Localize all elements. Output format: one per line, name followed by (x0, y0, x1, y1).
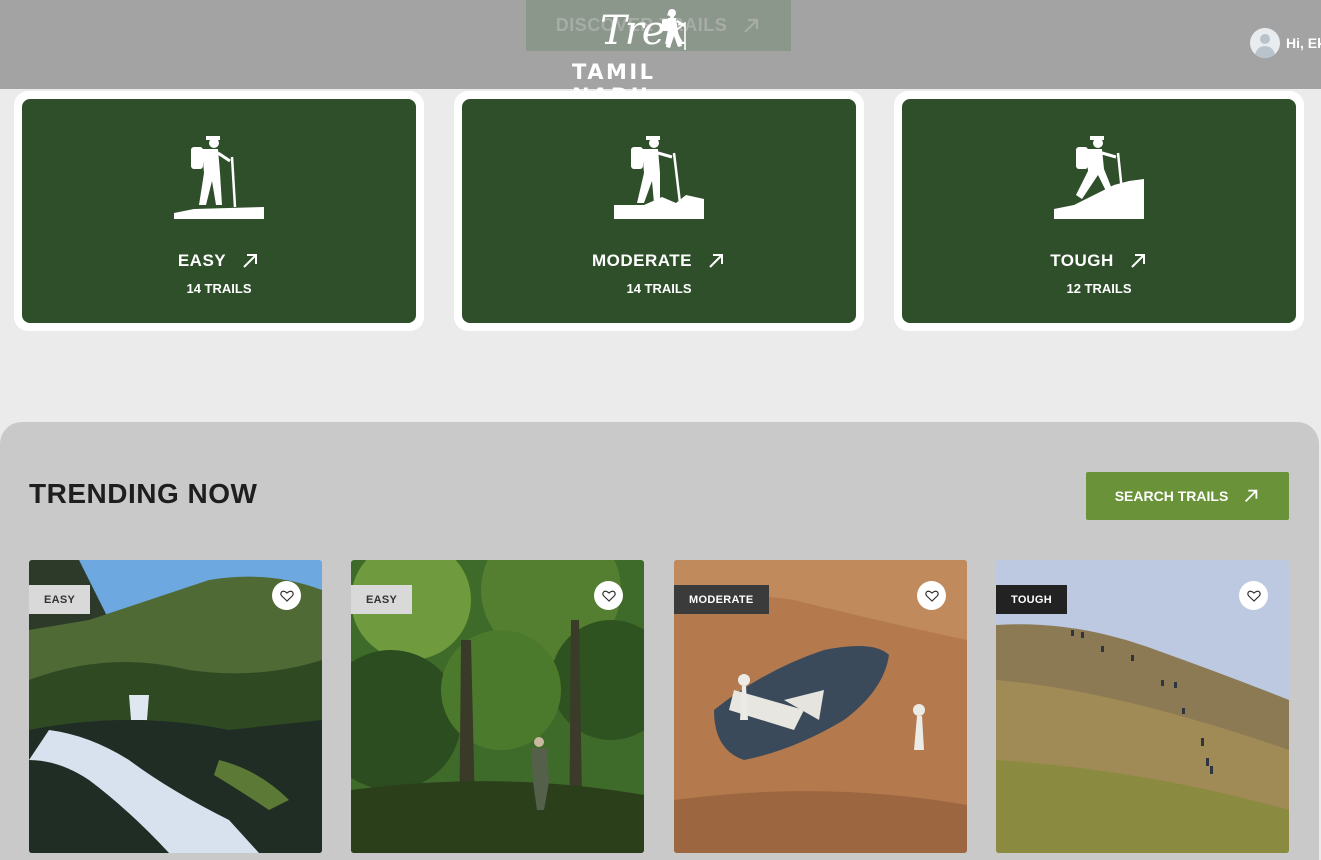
difficulty-trail-count: 14 TRAILS (186, 281, 252, 296)
hiker-moderate-icon (614, 136, 704, 219)
difficulty-badge: EASY (351, 585, 413, 614)
difficulty-card-moderate[interactable]: MODERATE 14 TRAILS (454, 91, 864, 331)
heart-icon (601, 590, 616, 602)
trail-card[interactable]: TOUGH (996, 560, 1289, 853)
user-greeting: Hi, Ek (1286, 35, 1321, 51)
difficulty-trail-count: 12 TRAILS (1066, 281, 1132, 296)
difficulty-card-tough[interactable]: TOUGH 12 TRAILS (894, 91, 1304, 331)
favorite-button[interactable] (272, 581, 301, 610)
search-trails-label: SEARCH TRAILS (1114, 488, 1229, 504)
trail-card[interactable]: MODERATE (674, 560, 967, 853)
difficulty-badge: EASY (29, 585, 91, 614)
difficulty-title: EASY (22, 251, 416, 271)
difficulty-badge: MODERATE (674, 585, 769, 614)
hiker-tough-icon (1054, 136, 1144, 219)
difficulty-title-text: EASY (177, 251, 227, 270)
heart-icon (1246, 590, 1261, 602)
hiker-logo-icon (662, 9, 686, 50)
difficulty-title: TOUGH (902, 251, 1296, 271)
difficulty-title-text: MODERATE (591, 251, 692, 270)
arrow-up-right-icon (243, 254, 258, 268)
difficulty-card-panel: MODERATE 14 TRAILS (462, 99, 856, 323)
difficulty-card-panel: EASY 14 TRAILS (22, 99, 416, 323)
heart-icon (924, 590, 939, 602)
difficulty-title: MODERATE (462, 251, 856, 271)
trail-card[interactable]: EASY (29, 560, 322, 853)
difficulty-trail-count: 14 TRAILS (626, 281, 692, 296)
arrow-up-right-icon (744, 18, 759, 33)
difficulty-card-panel: TOUGH 12 TRAILS (902, 99, 1296, 323)
trending-title: TRENDING NOW (29, 478, 258, 509)
user-avatar-icon[interactable] (1250, 28, 1280, 58)
search-trails-button[interactable]: SEARCH TRAILS (1086, 472, 1289, 520)
site-logo[interactable]: Trek TAMIL NADU (560, 4, 730, 108)
user-menu[interactable]: Hi, Ek (1250, 28, 1321, 58)
hiker-easy-icon (174, 136, 264, 219)
trail-card[interactable]: EASY (351, 560, 644, 853)
arrow-up-right-icon (1245, 489, 1258, 503)
top-header: DISCOVER TRAILS Trek TAMIL NADU Hi, Ek (0, 0, 1321, 108)
difficulty-card-easy[interactable]: EASY 14 TRAILS (14, 91, 424, 331)
favorite-button[interactable] (594, 581, 623, 610)
favorite-button[interactable] (917, 581, 946, 610)
arrow-up-right-icon (1131, 254, 1145, 268)
heart-icon (279, 590, 294, 602)
difficulty-badge: TOUGH (996, 585, 1068, 614)
difficulty-title-text: TOUGH (1050, 251, 1114, 270)
favorite-button[interactable] (1239, 581, 1268, 610)
arrow-up-right-icon (709, 254, 723, 268)
